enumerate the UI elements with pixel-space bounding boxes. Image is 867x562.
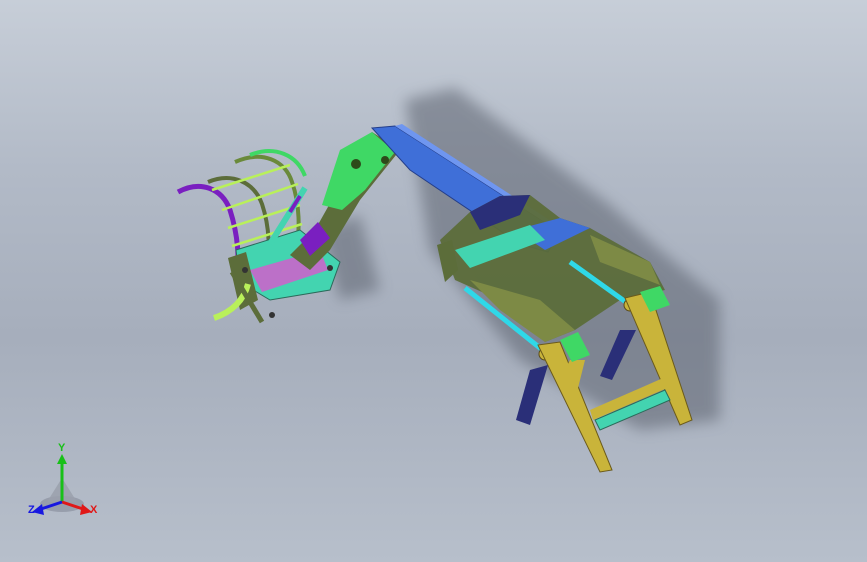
orientation-triad: Y X Z <box>22 442 112 526</box>
y-axis-arrow <box>57 454 67 464</box>
triad-y-label: Y <box>58 442 66 454</box>
triad-z-label: Z <box>28 504 35 516</box>
graphics-viewport[interactable]: Y X Z <box>0 0 867 562</box>
triad-graphic <box>32 454 92 515</box>
triad-x-label: X <box>90 504 98 516</box>
loader-assembly-model[interactable] <box>0 0 867 562</box>
